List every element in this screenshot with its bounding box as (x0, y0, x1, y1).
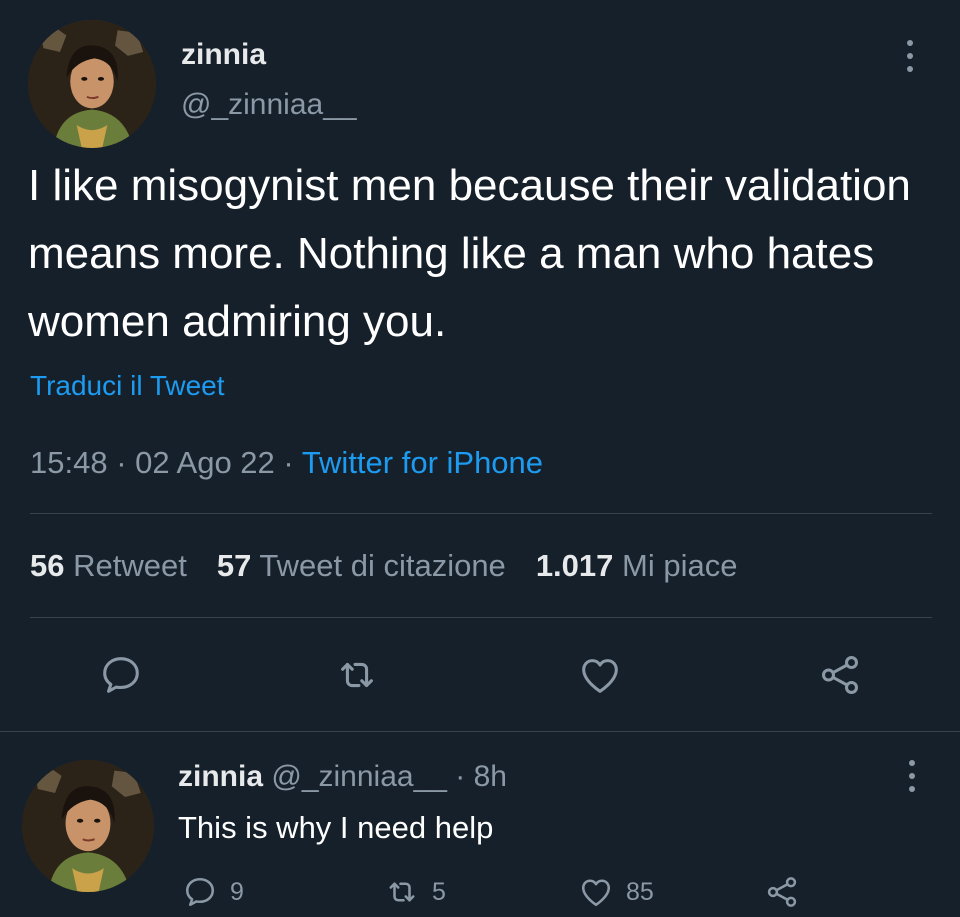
reply-age[interactable]: · 8h (455, 760, 507, 793)
reply-icon[interactable] (98, 652, 144, 698)
meta-separator: · (116, 445, 127, 480)
tweet-stats: 56 Retweet 57 Tweet di citazione 1.017 Mi … (30, 548, 737, 584)
author-handle[interactable]: @_zinniaa__ (181, 88, 357, 122)
reply-text: This is why I need help (178, 810, 494, 845)
tweet-source[interactable]: Twitter for iPhone (302, 445, 543, 480)
reply-header: zinnia @_zinniaa__ · 8h (178, 760, 507, 794)
divider (30, 617, 932, 618)
like-count: 85 (626, 877, 654, 906)
reply-retweet-button[interactable]: 5 (384, 872, 446, 912)
reply-icon (182, 874, 218, 910)
reply-author-handle[interactable]: @_zinniaa__ (271, 760, 447, 793)
reply-author-name[interactable]: zinnia (178, 760, 263, 793)
quotes-stat[interactable]: 57 Tweet di citazione (217, 548, 506, 583)
more-icon[interactable] (898, 38, 922, 74)
meta-separator: · (283, 445, 294, 480)
like-icon[interactable] (577, 652, 623, 698)
translate-link[interactable]: Traduci il Tweet (30, 370, 225, 402)
divider (0, 731, 960, 732)
reply-reply-button[interactable]: 9 (182, 872, 244, 912)
main-tweet: zinnia @_zinniaa__ I like misogynist men… (0, 0, 960, 732)
tweet-text: I like misogynist men because their vali… (28, 161, 911, 346)
more-icon[interactable] (900, 758, 924, 794)
like-icon (578, 874, 614, 910)
likes-stat[interactable]: 1.017 Mi piace (536, 548, 738, 583)
avatar[interactable] (22, 760, 154, 892)
retweet-icon (384, 874, 420, 910)
share-icon (764, 874, 800, 910)
retweet-count: 5 (432, 877, 446, 906)
avatar[interactable] (28, 20, 156, 148)
reply-like-button[interactable]: 85 (578, 872, 654, 912)
reply-count: 9 (230, 877, 244, 906)
retweets-stat[interactable]: 56 Retweet (30, 548, 187, 583)
author-name[interactable]: zinnia (181, 38, 266, 72)
tweet-meta: 15:48 · 02 Ago 22 · Twitter for iPhone (30, 445, 543, 481)
reply-share-button[interactable] (764, 872, 800, 912)
tweet-date[interactable]: 02 Ago 22 (135, 445, 275, 480)
divider (30, 513, 932, 514)
retweet-icon[interactable] (334, 652, 380, 698)
tweet-time[interactable]: 15:48 (30, 445, 108, 480)
share-icon[interactable] (817, 652, 863, 698)
